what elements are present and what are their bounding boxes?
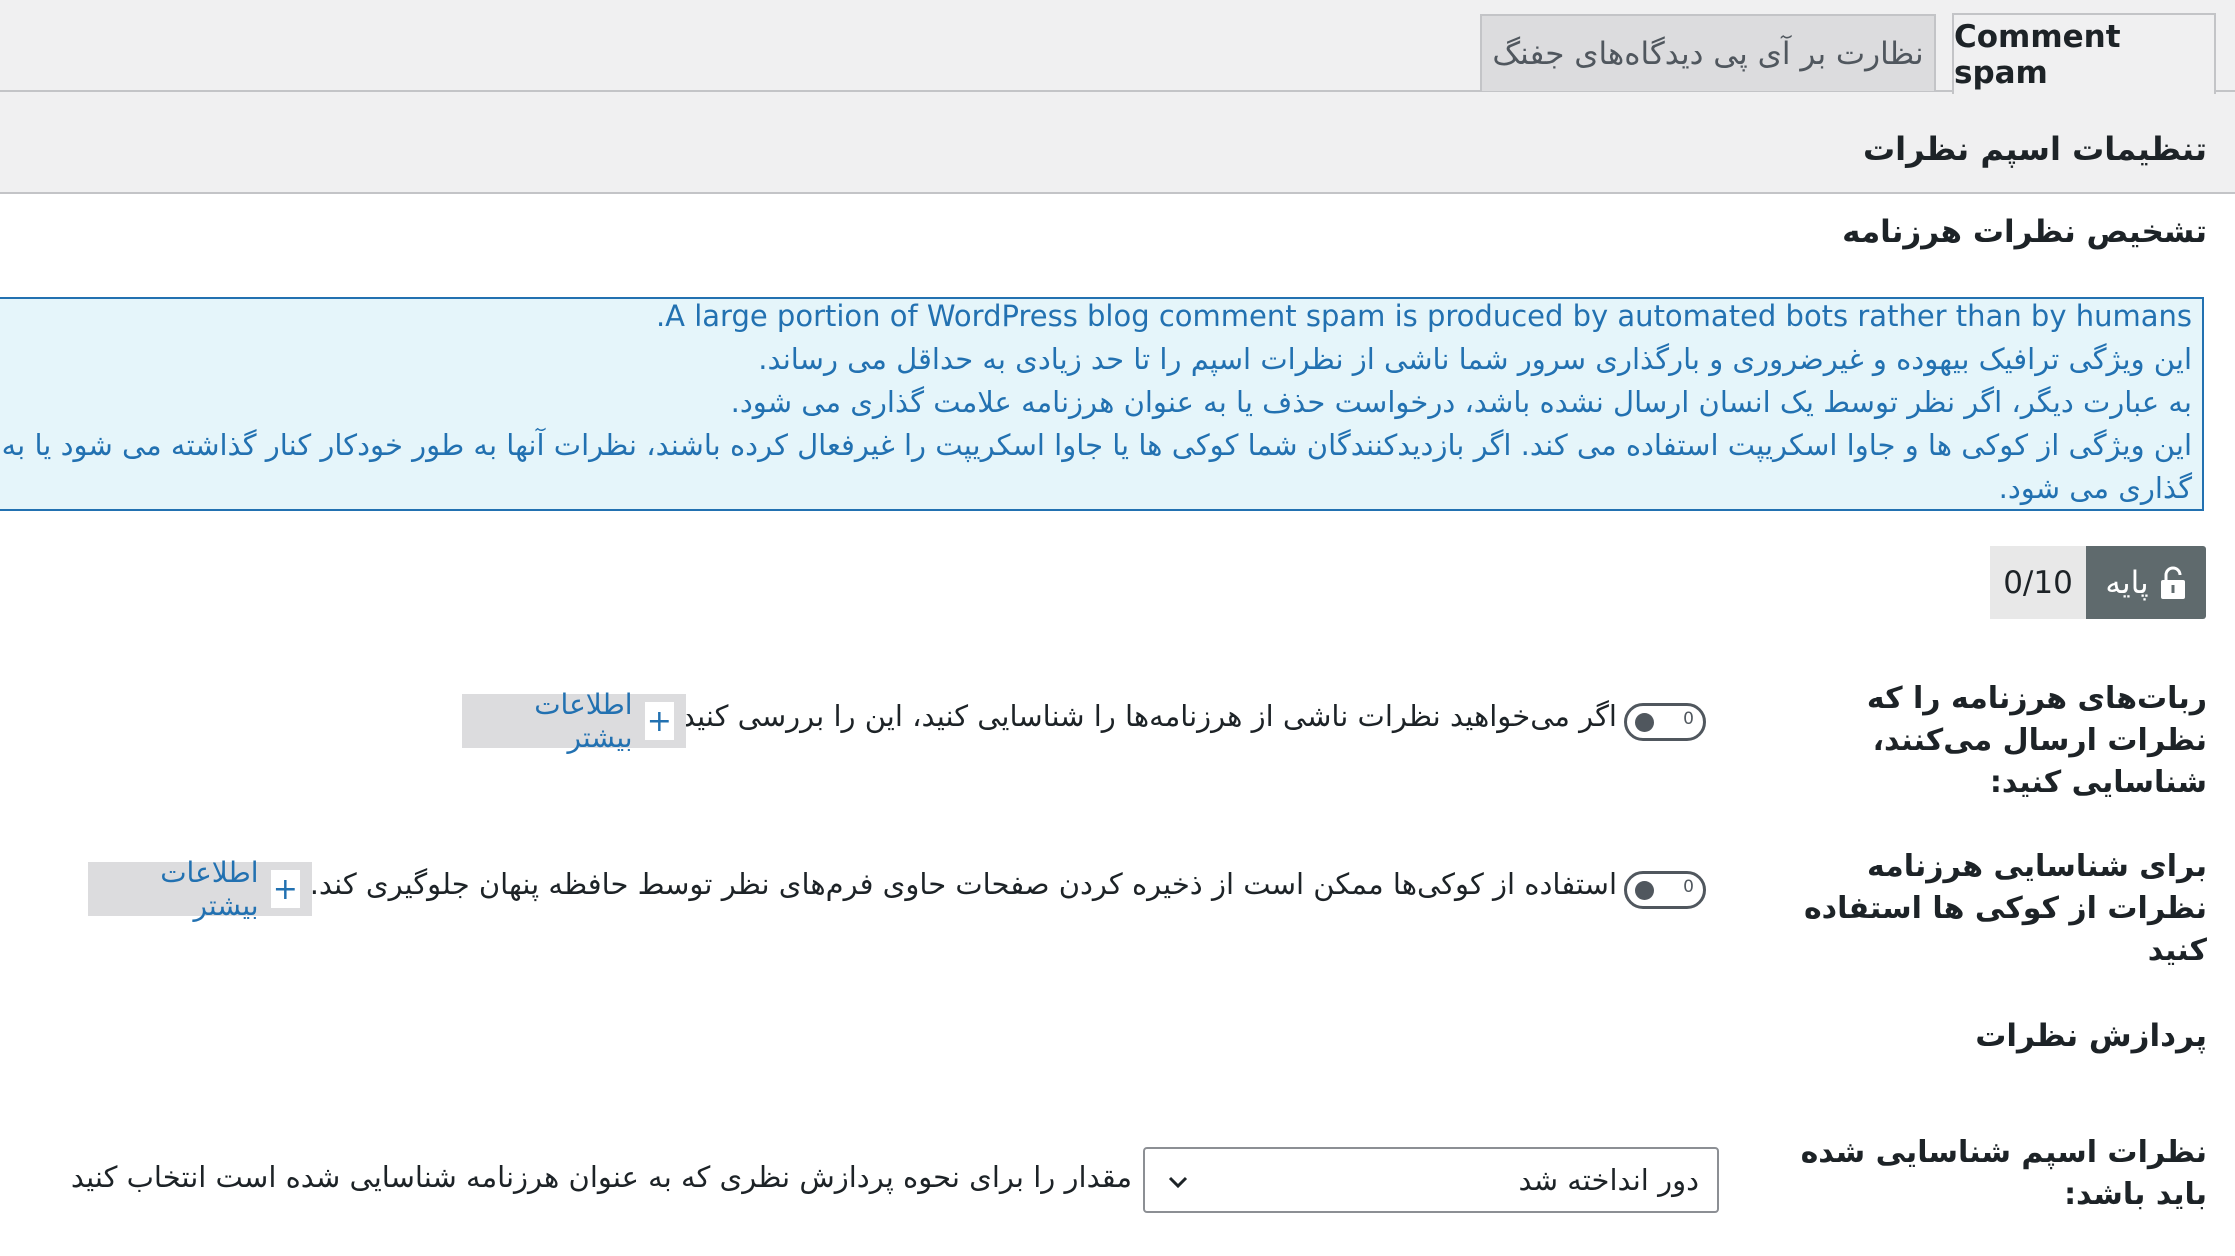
bot-detection-desc: اگر می‌خواهید نظرات ناشی از هرزنامه‌ها ر… [672, 699, 1617, 733]
score-count: 0/10 [1990, 546, 2086, 619]
page: Comment spam نظارت بر آی پی دیدگاه‌های ج… [0, 0, 2235, 1256]
toggle-off-text: 0 [1683, 709, 1694, 729]
score-label-text: پایه [2105, 564, 2149, 601]
score-label: پایه [2086, 546, 2206, 619]
toggle-off-text: 0 [1683, 877, 1694, 897]
tabs-bar: Comment spam نظارت بر آی پی دیدگاه‌های ج… [0, 0, 2235, 94]
info-line-3: به عبارت دیگر، اگر نظر توسط یک انسان ارس… [730, 385, 2192, 419]
toggle-knob [1635, 713, 1654, 732]
spam-action-select[interactable]: دور انداخته شد [1143, 1147, 1719, 1213]
plus-icon: + [270, 870, 300, 908]
processing-title: پردازش نظرات [1975, 1018, 2207, 1054]
cookie-detection-toggle[interactable]: 0 [1624, 871, 1706, 909]
bot-detection-toggle[interactable]: 0 [1624, 703, 1706, 741]
detection-title: تشخیص نظرات هرزنامه [1842, 214, 2207, 250]
section-title: تنظیمات اسپم نظرات [1862, 130, 2207, 168]
cookie-detection-more-button[interactable]: + اطلاعات بیشتر [88, 856, 312, 922]
content-panel: تشخیص نظرات هرزنامه A large portion of W… [0, 194, 2235, 1256]
tab-comment-spam[interactable]: Comment spam [1952, 13, 2216, 94]
cookie-detection-label: برای شناسایی هرزنامه نظرات از کوکی ها اس… [1803, 849, 2207, 968]
unlock-icon [2159, 566, 2187, 600]
bot-detection-label: ربات‌های هرزنامه را که نظرات ارسال می‌کن… [1866, 681, 2207, 800]
toggle-knob [1635, 881, 1654, 900]
more-label: اطلاعات بیشتر [534, 688, 633, 754]
select-value: دور انداخته شد [1518, 1163, 1699, 1197]
info-line-4: این ویژگی از کوکی ها و جاوا اسکریپت استف… [0, 428, 2192, 462]
score-badge: 0/10 پایه [1990, 546, 2206, 619]
info-box: A large portion of WordPress blog commen… [0, 297, 2204, 511]
spam-action-desc: مقدار را برای نحوه پردازش نظری که به عنو… [70, 1160, 1132, 1194]
chevron-down-icon [1163, 1167, 1193, 1197]
info-line-5: گذاری می شود. [1998, 471, 2192, 505]
section-header: تنظیمات اسپم نظرات [0, 92, 2235, 194]
plus-icon: + [644, 702, 674, 740]
info-line-1: A large portion of WordPress blog commen… [655, 299, 2192, 333]
bot-detection-more-button[interactable]: + اطلاعات بیشتر [462, 688, 686, 754]
info-line-2: این ویژگی ترافیک بیهوده و غیرضروری و بار… [758, 342, 2192, 376]
more-label: اطلاعات بیشتر [160, 856, 259, 922]
tab-ip-monitoring[interactable]: نظارت بر آی پی دیدگاه‌های جفنگ [1480, 14, 1936, 91]
cookie-detection-desc: استفاده از کوکی‌ها ممکن است از ذخیره کرد… [309, 867, 1617, 901]
spam-action-label: نظرات اسپم شناسایی شده باید باشد: [1800, 1135, 2207, 1212]
